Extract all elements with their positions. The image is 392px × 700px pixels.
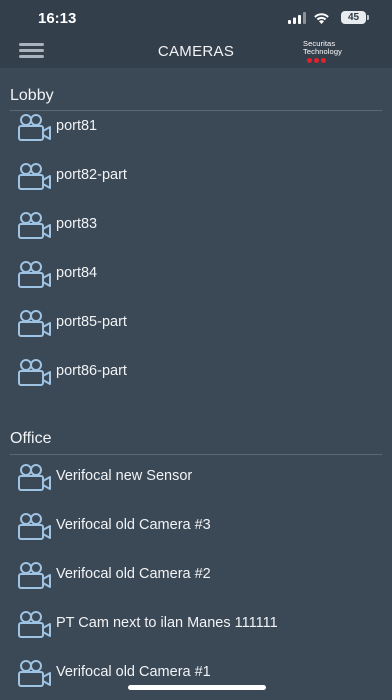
camera-item[interactable]: Verifocal old Camera #1	[0, 660, 392, 700]
video-camera-icon	[18, 513, 51, 540]
home-indicator[interactable]	[128, 685, 266, 690]
video-camera-icon	[18, 660, 51, 687]
status-time: 16:13	[38, 10, 77, 27]
camera-item[interactable]: Verifocal new Sensor	[0, 464, 392, 504]
video-camera-icon	[18, 611, 51, 638]
camera-item[interactable]: port83	[0, 212, 392, 252]
camera-label: Verifocal old Camera #2	[56, 566, 211, 582]
brand-line-2: Technology	[303, 47, 342, 56]
video-camera-icon	[18, 359, 51, 386]
video-camera-icon	[18, 562, 51, 589]
battery-icon: 45	[341, 11, 369, 24]
camera-item[interactable]: Verifocal old Camera #2	[0, 562, 392, 602]
section-header-office: Office	[10, 430, 52, 447]
camera-item[interactable]: Verifocal old Camera #3	[0, 513, 392, 553]
camera-label: Verifocal old Camera #3	[56, 517, 211, 533]
video-camera-icon	[18, 114, 51, 141]
status-bar: 16:13 45	[0, 0, 392, 34]
camera-item[interactable]: port86-part	[0, 359, 392, 399]
nav-bar: CAMERAS Securitas Technology	[0, 34, 392, 68]
brand-dots-icon	[307, 58, 358, 63]
video-camera-icon	[18, 310, 51, 337]
video-camera-icon	[18, 212, 51, 239]
status-icons: 45	[276, 11, 369, 25]
camera-label: port86-part	[56, 363, 127, 379]
video-camera-icon	[18, 163, 51, 190]
camera-label: port85-part	[56, 314, 127, 330]
camera-label: port82-part	[56, 167, 127, 183]
section-header-lobby: Lobby	[10, 87, 54, 104]
video-camera-icon	[18, 261, 51, 288]
section-divider	[10, 454, 382, 455]
camera-label: PT Cam next to ilan Manes 111111	[56, 615, 278, 631]
camera-label: port83	[56, 216, 98, 232]
video-camera-icon	[18, 464, 51, 491]
camera-label: Verifocal new Sensor	[56, 468, 193, 484]
camera-label: Verifocal old Camera #1	[56, 664, 211, 680]
signal-icon	[288, 12, 306, 24]
camera-label: port84	[56, 265, 98, 281]
camera-item[interactable]: port82-part	[0, 163, 392, 203]
camera-item[interactable]: port84	[0, 261, 392, 301]
camera-item[interactable]: PT Cam next to ilan Manes 111111	[0, 611, 392, 651]
section-divider	[10, 110, 382, 111]
brand-logo: Securitas Technology	[303, 40, 358, 63]
camera-item[interactable]: port81	[0, 114, 392, 154]
wifi-icon	[314, 13, 329, 24]
camera-item[interactable]: port85-part	[0, 310, 392, 350]
camera-label: port81	[56, 118, 98, 134]
